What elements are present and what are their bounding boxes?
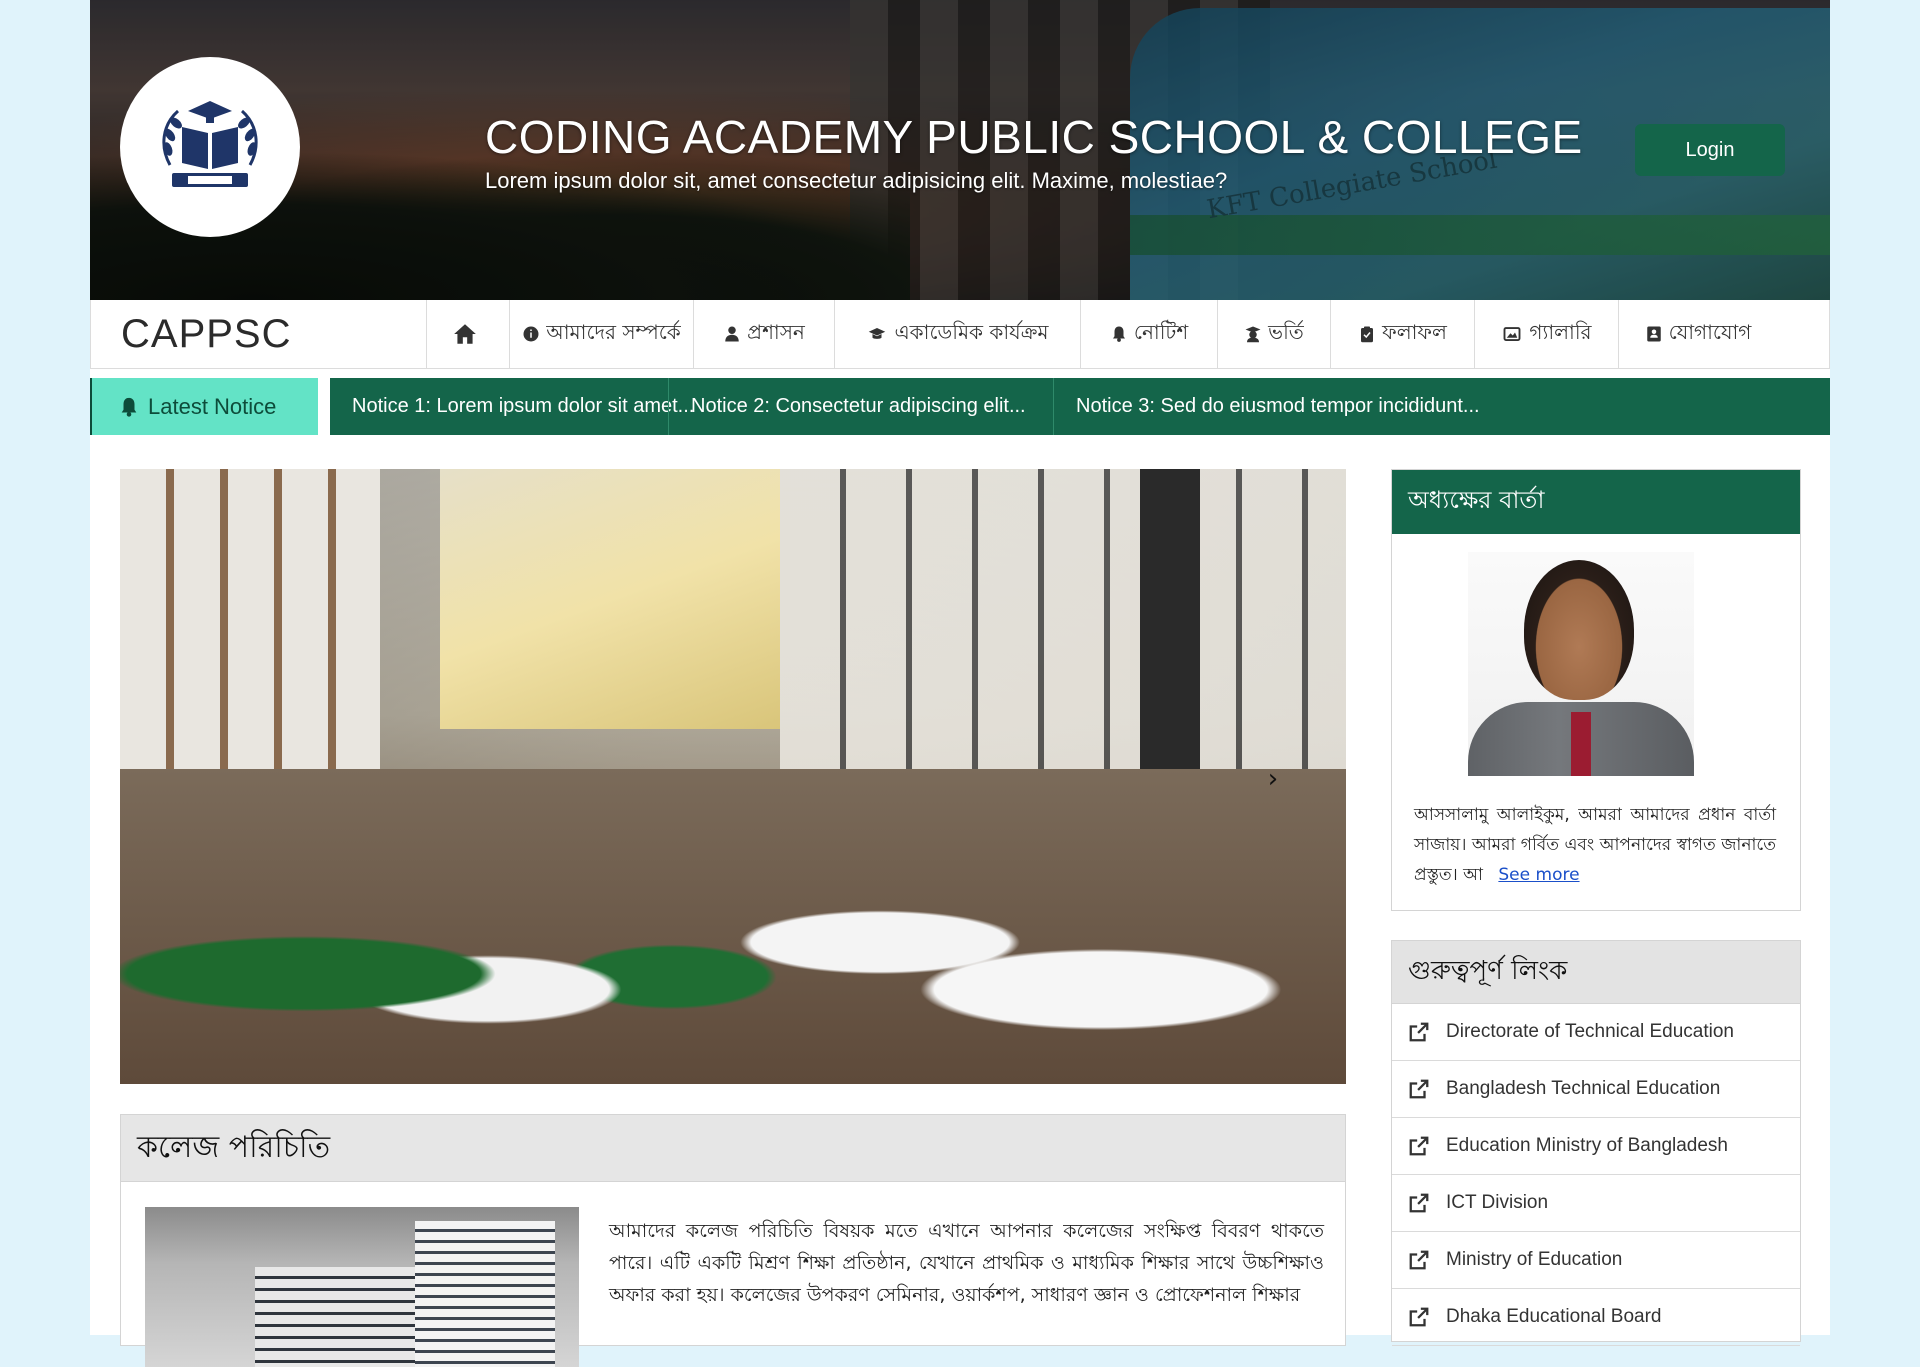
graduation-book-logo-icon xyxy=(162,101,258,187)
external-link-icon xyxy=(1409,1136,1429,1156)
external-link-icon xyxy=(1409,1193,1429,1213)
link-item[interactable]: ICT Division xyxy=(1392,1175,1800,1232)
external-link-icon xyxy=(1409,1250,1429,1270)
link-item-label: ICT Division xyxy=(1446,1192,1549,1213)
image-icon xyxy=(1503,327,1521,341)
nav-item-about[interactable]: আমাদের সম্পর্কে xyxy=(510,300,694,368)
nav-menu: আমাদের সম্পর্কে প্রশাসন একাডেমিক কার্যক্… xyxy=(427,300,1829,368)
main-navbar: CAPPSC আমাদের সম্পর্কে প্রশাসন একাডেমিক … xyxy=(90,300,1830,369)
principal-message-body: আসসালামু আলাইকুম, আমরা আমাদের প্রধান বার… xyxy=(1414,805,1776,885)
link-item[interactable]: Directorate of Technical Education xyxy=(1392,1004,1800,1061)
info-icon xyxy=(523,326,539,342)
home-icon xyxy=(454,324,476,344)
school-tagline: Lorem ipsum dolor sit, amet consectetur … xyxy=(485,168,1228,193)
hero-image-slider[interactable] xyxy=(120,469,1346,1084)
principal-message-card: অধ্যক্ষের বার্তা আসসালামু আলাইকুম, আমরা … xyxy=(1391,469,1801,911)
link-item-label: Bangladesh Technical Education xyxy=(1446,1078,1721,1099)
nav-item-label: যোগাযোগ xyxy=(1668,319,1752,344)
external-link-icon xyxy=(1409,1079,1429,1099)
nav-item-label: আমাদের সম্পর্কে xyxy=(546,319,681,344)
header-banner: KFT Collegiate School CODING ACADEMY PUB… xyxy=(90,0,1830,300)
user-tie-icon xyxy=(725,326,739,342)
nav-item-gallery[interactable]: গ্যালারি xyxy=(1475,300,1619,368)
nav-item-notice[interactable]: নোটিশ xyxy=(1081,300,1218,368)
bell-icon xyxy=(121,397,137,417)
brand-text[interactable]: CAPPSC xyxy=(91,300,427,368)
nav-item-label: ফলাফল xyxy=(1382,319,1447,344)
nav-item-label: একাডেমিক কার্যক্রম xyxy=(894,319,1049,344)
nav-item-administration[interactable]: প্রশাসন xyxy=(694,300,835,368)
school-name: CODING ACADEMY PUBLIC SCHOOL & COLLEGE xyxy=(485,111,1583,163)
nav-item-contact[interactable]: যোগাযোগ xyxy=(1619,300,1777,368)
notice-item-2[interactable]: Notice 2: Consectetur adipiscing elit... xyxy=(668,378,1053,435)
contact-card-icon xyxy=(1646,326,1661,342)
nav-item-label: প্রশাসন xyxy=(747,319,805,344)
latest-notice-label: Latest Notice xyxy=(90,378,318,435)
clipboard-check-icon xyxy=(1361,326,1374,343)
classroom-mural xyxy=(440,469,780,729)
link-item-label: Dhaka Educational Board xyxy=(1446,1306,1662,1327)
building-block xyxy=(255,1267,435,1367)
login-button[interactable]: Login xyxy=(1635,124,1785,176)
college-building-image xyxy=(145,1207,579,1367)
external-link-icon xyxy=(1409,1307,1429,1327)
see-more-link[interactable]: See more xyxy=(1498,865,1579,885)
classroom-window-right xyxy=(780,469,1346,779)
principal-message-title: অধ্যক্ষের বার্তা xyxy=(1392,470,1800,534)
nav-item-label: নোটিশ xyxy=(1133,319,1189,344)
photo-head xyxy=(1524,560,1634,700)
college-intro-text: আমাদের কলেজ পরিচিতি বিষয়ক মতে এখানে আপন… xyxy=(609,1220,1324,1306)
external-link-icon xyxy=(1409,1022,1429,1042)
important-links-card: গুরুত্বপূর্ণ লিংক Directorate of Technic… xyxy=(1391,940,1801,1346)
notice-ticker: Latest Notice Notice 1: Lorem ipsum dolo… xyxy=(90,378,1830,435)
classroom-days-chart xyxy=(1140,469,1200,779)
principal-message-text: আসসালামু আলাইকুম, আমরা আমাদের প্রধান বার… xyxy=(1414,800,1776,890)
nav-item-home[interactable] xyxy=(427,300,510,368)
link-item[interactable]: Education Ministry of Bangladesh xyxy=(1392,1118,1800,1175)
link-item-label: Directorate of Technical Education xyxy=(1446,1021,1734,1042)
nav-item-academic[interactable]: একাডেমিক কার্যক্রম xyxy=(835,300,1081,368)
college-intro-title: কলেজ পরিচিতি xyxy=(121,1115,1345,1182)
student-icon xyxy=(1245,326,1261,343)
notice-item-3[interactable]: Notice 3: Sed do eiusmod tempor incididu… xyxy=(1053,378,1502,435)
graduation-cap-icon xyxy=(869,328,886,339)
notice-item-1[interactable]: Notice 1: Lorem ipsum dolor sit amet... xyxy=(318,378,694,435)
latest-notice-text: Latest Notice xyxy=(148,393,277,419)
slider-next-icon[interactable]: › xyxy=(1258,764,1288,794)
school-logo[interactable] xyxy=(120,57,300,237)
nav-item-label: ভর্তি xyxy=(1268,319,1304,344)
principal-photo xyxy=(1468,552,1694,776)
nav-item-result[interactable]: ফলাফল xyxy=(1331,300,1475,368)
link-item-label: Education Ministry of Bangladesh xyxy=(1446,1135,1728,1156)
bell-icon xyxy=(1112,326,1125,342)
nav-item-label: গ্যালারি xyxy=(1529,319,1592,344)
photo-tie xyxy=(1571,712,1591,776)
link-item[interactable]: Ministry of Education xyxy=(1392,1232,1800,1289)
building-tower xyxy=(415,1221,555,1367)
nav-item-admission[interactable]: ভর্তি xyxy=(1218,300,1331,368)
classroom-students xyxy=(120,769,1346,1084)
classroom-window-left xyxy=(120,469,380,789)
page: KFT Collegiate School CODING ACADEMY PUB… xyxy=(90,0,1830,1367)
college-intro-card: কলেজ পরিচিতি আমাদের কলেজ পরিচিতি বিষয়ক … xyxy=(120,1114,1346,1367)
important-links-title: গুরুত্বপূর্ণ লিংক xyxy=(1392,941,1800,1004)
link-item-label: Ministry of Education xyxy=(1446,1249,1623,1270)
link-item[interactable]: Dhaka Educational Board xyxy=(1392,1289,1800,1346)
link-item[interactable]: Bangladesh Technical Education xyxy=(1392,1061,1800,1118)
